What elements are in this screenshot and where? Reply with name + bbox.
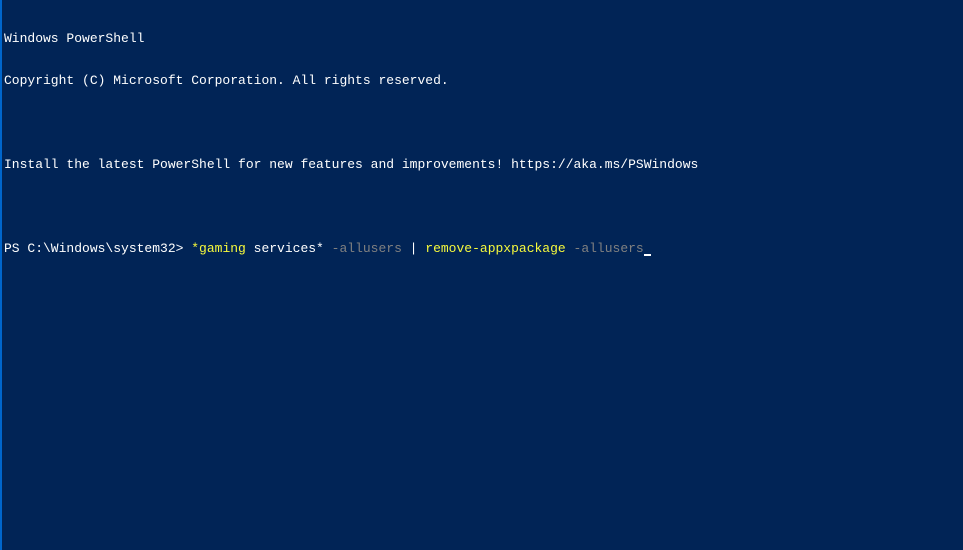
header-copyright: Copyright (C) Microsoft Corporation. All… — [4, 74, 961, 88]
header-title: Windows PowerShell — [4, 32, 961, 46]
cmd-arg-gaming: *gaming — [191, 241, 246, 256]
cmd-param-allusers1: -allusers — [324, 241, 402, 256]
cmd-param-allusers2: -allusers — [566, 241, 644, 256]
install-notice: Install the latest PowerShell for new fe… — [4, 158, 961, 172]
cmd-arg-services: services* — [246, 241, 324, 256]
prompt-path: PS C:\Windows\system32> — [4, 241, 191, 256]
cmd-pipe: | — [402, 241, 425, 256]
blank-line — [4, 200, 961, 214]
powershell-terminal[interactable]: Windows PowerShell Copyright (C) Microso… — [2, 0, 963, 274]
command-line[interactable]: PS C:\Windows\system32> *gaming services… — [4, 242, 961, 256]
blank-line — [4, 116, 961, 130]
cmd-remove-appxpackage: remove-appxpackage — [425, 241, 565, 256]
text-cursor — [644, 254, 651, 256]
